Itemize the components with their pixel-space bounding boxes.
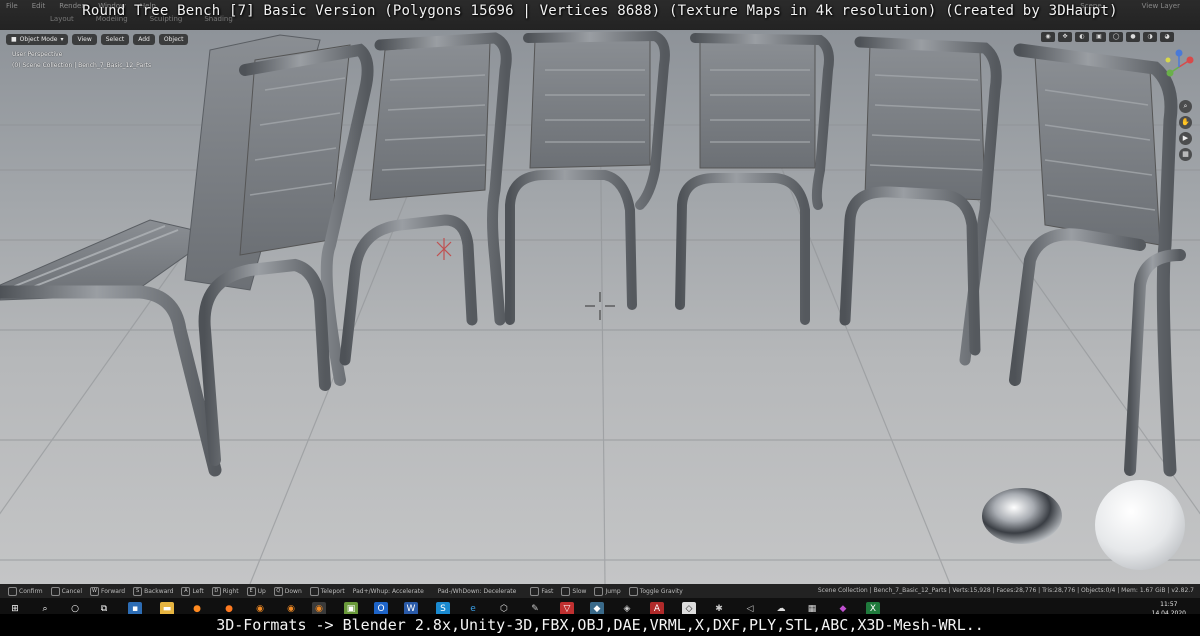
material-shading-icon[interactable]: ◑ (1143, 32, 1157, 42)
rendered-shading-icon[interactable]: ◕ (1160, 32, 1174, 42)
status-key-forward: W Forward (89, 586, 125, 596)
xray-icon[interactable]: ▣ (1092, 32, 1106, 42)
status-key-down: Q Down (273, 586, 302, 596)
visibility-icon[interactable]: ◉ (1041, 32, 1055, 42)
chevron-down-icon: ▾ (60, 35, 64, 43)
status-bar: Confirm Cancel W Forward S Backward A Left … (0, 584, 1200, 598)
perspective-label: User Perspective (12, 51, 63, 58)
status-key-slow: Slow (561, 586, 586, 596)
status-key-cancel: Cancel (50, 586, 82, 596)
cube-icon: ■ (11, 35, 17, 43)
matte-preview-sphere (1095, 480, 1185, 570)
viewport-header: ■ Object Mode ▾ View Select Add Object (0, 32, 189, 46)
scene-statistics: Scene Collection | Bench_7_Basic_12_Part… (817, 587, 1194, 594)
status-key-decelerate: Pad-/WhDown: Decelerate (437, 587, 517, 595)
wireframe-shading-icon[interactable]: ◯ (1109, 32, 1123, 42)
navigation-gizmo[interactable] (1160, 48, 1198, 86)
view-center-crosshair (585, 292, 615, 320)
solid-shading-icon[interactable]: ● (1126, 32, 1140, 42)
menu-add[interactable]: Add (133, 33, 155, 45)
3d-cursor (436, 238, 452, 260)
gizmo-icon[interactable]: ✥ (1058, 32, 1072, 42)
status-key-backward: S Backward (133, 586, 173, 596)
camera-view-icon[interactable]: ▶ (1179, 132, 1192, 145)
status-key-gravity: Toggle Gravity (628, 586, 683, 596)
pan-hand-icon[interactable]: ✋ (1179, 116, 1192, 129)
formats-caption-overlay: 3D-Formats -> Blender 2.8x,Unity-3D,FBX,… (0, 614, 1200, 636)
zoom-icon[interactable]: ⌕ (1179, 100, 1192, 113)
collection-label: (0) Scene Collection | Bench_7_Basic_12_… (12, 62, 152, 69)
status-key-left: A Left (181, 586, 204, 596)
scene-render (0, 30, 1200, 584)
menu-view[interactable]: View (72, 33, 97, 45)
chrome-preview-sphere (982, 488, 1062, 544)
menu-object[interactable]: Object (158, 33, 189, 45)
blender-top-header: File Edit Render Window Help Layout Mode… (0, 0, 1200, 30)
status-key-jump: Jump (594, 586, 621, 596)
viewport-shading-tools: ◉ ✥ ◐ ▣ ◯ ● ◑ ◕ (1041, 32, 1174, 42)
status-key-confirm: Confirm (8, 586, 43, 596)
object-mode-dropdown[interactable]: ■ Object Mode ▾ (6, 33, 69, 45)
status-key-up: E Up (246, 586, 266, 596)
perspective-toggle-icon[interactable]: ▦ (1179, 148, 1192, 161)
status-key-fast: Fast (530, 586, 553, 596)
3d-viewport[interactable]: ■ Object Mode ▾ View Select Add Object U… (0, 30, 1200, 584)
status-key-right: D Right (211, 586, 239, 596)
video-title-overlay: Round Tree Bench [7] Basic Version (Poly… (82, 3, 1118, 19)
bench-backrests (198, 30, 1186, 477)
menu-select[interactable]: Select (100, 33, 130, 45)
status-key-teleport: Teleport (309, 586, 345, 596)
status-key-accelerate: Pad+/Whup: Accelerate (352, 587, 424, 595)
overlay-icon[interactable]: ◐ (1075, 32, 1089, 42)
